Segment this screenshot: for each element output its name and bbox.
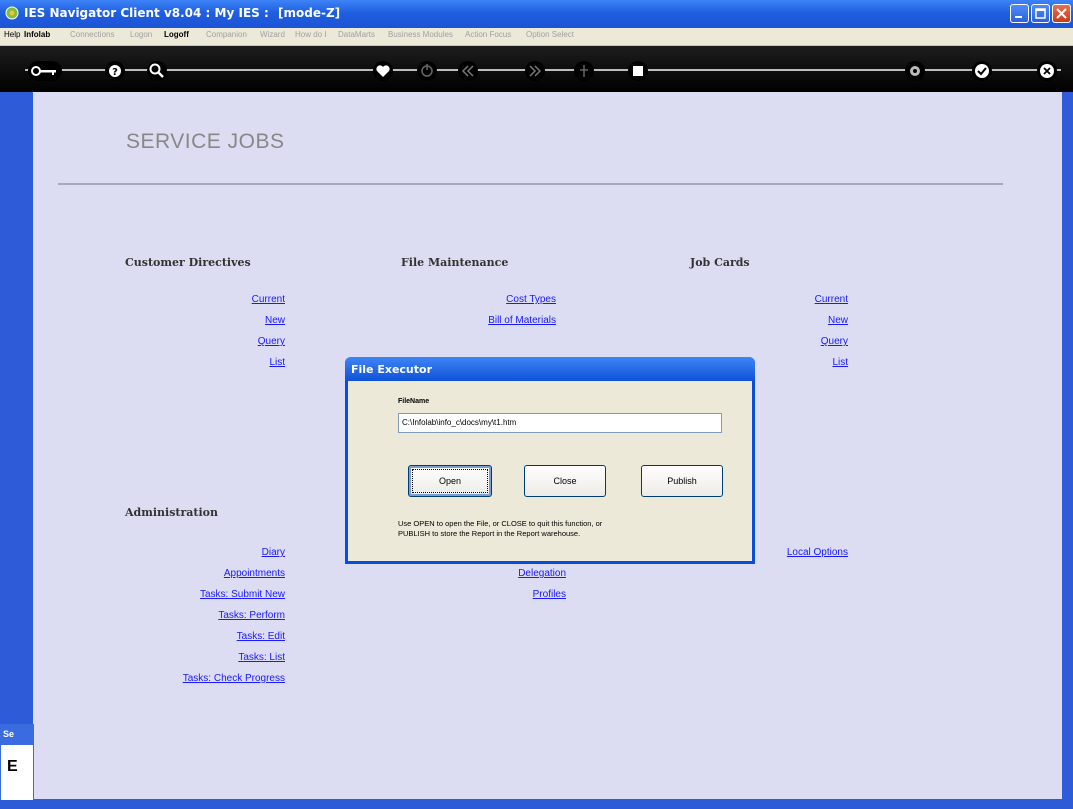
- menu-help[interactable]: Help: [4, 30, 20, 39]
- refresh-button[interactable]: [905, 61, 925, 81]
- publish-button[interactable]: Publish: [641, 465, 723, 497]
- close-circle-icon: [1040, 64, 1054, 78]
- tasks-edit-link[interactable]: Tasks: Edit: [140, 631, 285, 642]
- menu-business-modules[interactable]: Business Modules: [388, 30, 453, 39]
- double-chevron-left-icon: [461, 65, 474, 77]
- profiles-link[interactable]: Profiles: [470, 589, 566, 600]
- heart-icon: [376, 65, 390, 77]
- close-window-button[interactable]: [1052, 4, 1071, 23]
- delegation-link[interactable]: Delegation: [470, 568, 566, 579]
- job-cards-list-link[interactable]: List: [760, 357, 848, 368]
- dialog-help-line-2: PUBLISH to store the Report in the Repor…: [398, 529, 581, 538]
- tree-icon: [580, 65, 588, 77]
- check-icon: [975, 64, 989, 78]
- menu-wizard[interactable]: Wizard: [260, 30, 285, 39]
- filename-label: FileName: [398, 398, 430, 405]
- customer-directives-current-link[interactable]: Current: [200, 294, 285, 305]
- svg-text:?: ?: [112, 67, 118, 78]
- favorite-button[interactable]: [373, 61, 393, 81]
- customer-directives-query-link[interactable]: Query: [200, 336, 285, 347]
- side-panel-char: E: [7, 758, 18, 775]
- menu-option-select[interactable]: Option Select: [526, 30, 574, 39]
- title-divider: [58, 183, 1003, 185]
- left-frame: [0, 92, 33, 809]
- bottom-frame: [0, 800, 1073, 809]
- menu-companion[interactable]: Companion: [206, 30, 247, 39]
- close-button[interactable]: Close: [524, 465, 606, 497]
- tasks-list-link[interactable]: Tasks: List: [140, 652, 285, 663]
- bill-of-materials-link[interactable]: Bill of Materials: [450, 315, 556, 326]
- menu-connections[interactable]: Connections: [70, 30, 114, 39]
- appointments-link[interactable]: Appointments: [140, 568, 285, 579]
- filename-input[interactable]: C:\Infolab\info_c\docs\my\t1.htm: [398, 413, 722, 433]
- job-cards-new-link[interactable]: New: [760, 315, 848, 326]
- key-icon: [31, 66, 56, 76]
- section-administration: Administration: [125, 506, 219, 519]
- stop-icon: [633, 66, 643, 76]
- exit-button[interactable]: [1037, 61, 1057, 81]
- page-title: SERVICE JOBS: [126, 130, 285, 153]
- section-file-maintenance: File Maintenance: [401, 256, 509, 269]
- cost-types-link[interactable]: Cost Types: [450, 294, 556, 305]
- title-bar: IES Navigator Client v8.04 : My IES : [m…: [0, 0, 1073, 28]
- customer-directives-list-link[interactable]: List: [200, 357, 285, 368]
- search-icon: [149, 63, 164, 78]
- window-title: IES Navigator Client v8.04 : My IES :: [24, 6, 269, 20]
- maximize-icon: [1035, 8, 1046, 19]
- close-icon: [1056, 8, 1067, 19]
- minimize-button[interactable]: [1010, 4, 1029, 23]
- power-button[interactable]: [417, 61, 437, 81]
- open-button[interactable]: Open: [408, 465, 492, 497]
- ok-button[interactable]: [972, 61, 992, 81]
- app-window: IES Navigator Client v8.04 : My IES : [m…: [0, 0, 1073, 809]
- section-job-cards: Job Cards: [690, 256, 750, 269]
- dialog-title: File Executor: [351, 363, 433, 376]
- maximize-button[interactable]: [1031, 4, 1050, 23]
- menu-how-do-i[interactable]: How do I: [295, 30, 327, 39]
- stop-button[interactable]: [628, 61, 648, 81]
- menu-logon[interactable]: Logon: [130, 30, 152, 39]
- toolbar: ?: [0, 46, 1073, 92]
- search-button[interactable]: [147, 61, 167, 81]
- job-cards-current-link[interactable]: Current: [760, 294, 848, 305]
- menu-action-focus[interactable]: Action Focus: [465, 30, 511, 39]
- minimize-icon: [1015, 16, 1022, 18]
- question-icon: ?: [109, 65, 121, 78]
- section-customer-directives: Customer Directives: [125, 256, 251, 269]
- back-button[interactable]: [458, 61, 478, 81]
- tree-button[interactable]: [574, 61, 594, 81]
- dialog-title-bar: File Executor: [345, 357, 755, 381]
- side-panel-caption: Se: [1, 725, 33, 745]
- window-mode: [mode-Z]: [278, 6, 341, 20]
- menu-bar: Help Infolab Connections Logon Logoff Co…: [0, 28, 1073, 46]
- tasks-check-progress-link[interactable]: Tasks: Check Progress: [120, 673, 285, 684]
- menu-datamarts[interactable]: DataMarts: [338, 30, 375, 39]
- tasks-submit-new-link[interactable]: Tasks: Submit New: [140, 589, 285, 600]
- customer-directives-new-link[interactable]: New: [200, 315, 285, 326]
- forward-button[interactable]: [525, 61, 545, 81]
- dialog-body: FileName C:\Infolab\info_c\docs\my\t1.ht…: [348, 381, 752, 561]
- local-options-link[interactable]: Local Options: [750, 547, 848, 558]
- key-button[interactable]: [28, 61, 62, 81]
- dialog-help-line-1: Use OPEN to open the File, or CLOSE to q…: [398, 519, 603, 528]
- menu-infolab[interactable]: Infolab: [24, 30, 50, 39]
- dialog-help-text: Use OPEN to open the File, or CLOSE to q…: [398, 519, 728, 539]
- tasks-perform-link[interactable]: Tasks: Perform: [140, 610, 285, 621]
- job-cards-query-link[interactable]: Query: [760, 336, 848, 347]
- app-icon: [5, 6, 19, 20]
- gear-icon: [910, 66, 920, 76]
- side-panel: Se E: [0, 724, 34, 806]
- file-executor-dialog: File Executor FileName C:\Infolab\info_c…: [345, 357, 755, 564]
- diary-link[interactable]: Diary: [140, 547, 285, 558]
- help-button[interactable]: ?: [105, 61, 125, 81]
- power-icon: [421, 64, 433, 77]
- double-chevron-right-icon: [529, 65, 542, 77]
- menu-logoff[interactable]: Logoff: [164, 30, 189, 39]
